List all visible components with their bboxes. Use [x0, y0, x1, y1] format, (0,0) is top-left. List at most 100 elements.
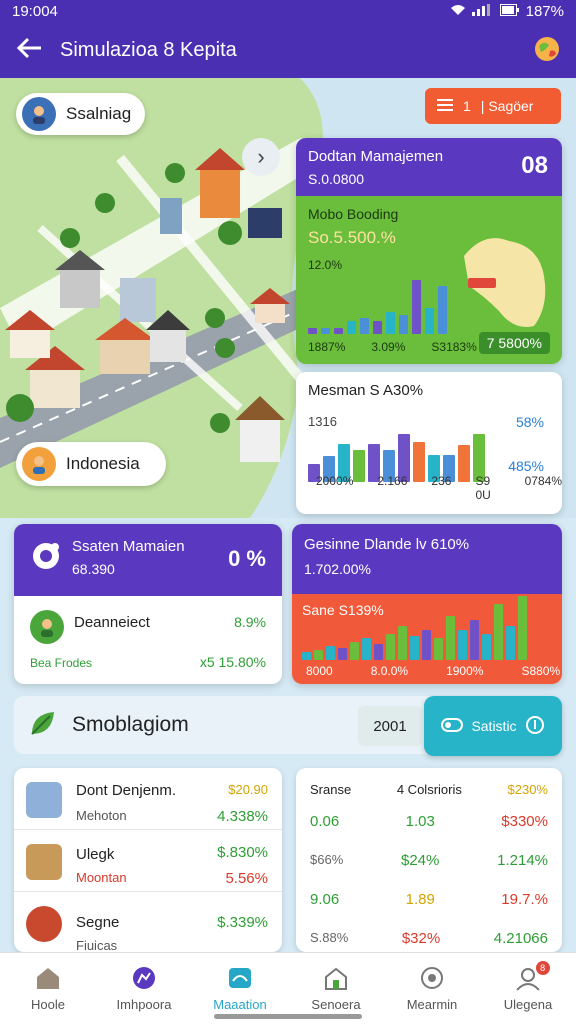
item-value-2: 4.338% [217, 808, 268, 825]
card-red-panel: Sane S139% 8000 8.0.0% 1900% S880% [292, 594, 562, 684]
nav-item-hoole[interactable]: Hoole [0, 953, 96, 1024]
right-mid-pct: 485% [508, 458, 544, 474]
filter-button[interactable]: 1 | Sagöer [425, 88, 561, 124]
table-row[interactable]: $66% $24% 1.214% [310, 852, 548, 869]
table-cell: 1.03 [405, 813, 435, 830]
location-chip-top[interactable]: Ssalniag [16, 93, 146, 135]
list-item[interactable]: Ulegk Moontan $.830% 5.56% [14, 830, 282, 892]
row-foot-right: x5 15.80% [199, 654, 266, 670]
card-header: Gesinne Dlande lv 610% 1.702.00% [292, 524, 562, 594]
card-header: Dodtan Mamajemen S.0.0800 08 [296, 138, 562, 196]
red-label-2: 8.0.0% [370, 664, 409, 678]
table-row[interactable]: 0.06 1.03 $330% [310, 813, 548, 830]
stats-card-left[interactable]: Ssaten Mamaien 68.390 0 % Deanneiect 8.9… [14, 524, 282, 684]
stats-card-right-2[interactable]: Gesinne Dlande lv 610% 1.702.00% Sane S1… [292, 524, 562, 684]
stats-card-top-right[interactable]: Dodtan Mamajemen S.0.0800 08 Mobo Boodin… [296, 138, 562, 364]
toggle-icon [441, 717, 464, 735]
year-selector[interactable]: 2001 [358, 706, 422, 746]
map-icon [229, 968, 251, 988]
list-item[interactable]: Dont Denjenm. Mehoton $20.90 4.338% [14, 768, 282, 830]
item-sub: Mehoton [76, 808, 127, 823]
card-green-panel: Mobo Booding So.5.500.% 12.0% 1887% 3.09… [296, 196, 562, 364]
item-value-1: $.830% [217, 844, 268, 861]
card-subtitle: 1.702.00% [304, 561, 371, 577]
mid-label-3: 236 [431, 474, 452, 488]
nav-item-mearmin[interactable]: Mearmin [384, 953, 480, 1024]
chart-icon [133, 967, 155, 989]
battery-icon [499, 3, 520, 20]
item-value-1: $.339% [217, 914, 268, 931]
green-bar-chart [308, 274, 447, 334]
nav-label: Hoole [31, 997, 65, 1012]
col-header-2: 4 Colsrioris [396, 782, 462, 797]
bar [347, 321, 356, 334]
green-pill: 7 5800% [478, 332, 550, 354]
menu-icon [437, 98, 453, 114]
item-name: Segne [76, 914, 120, 931]
location-chip-bottom[interactable]: Indonesia [16, 442, 166, 486]
stats-table: Sranse 4 Colsrioris $230% 0.06 1.03 $330% $… [296, 768, 562, 952]
nav-label: Imhpoora [116, 997, 172, 1012]
tomato-thumb-icon [26, 906, 62, 942]
user-avatar-icon [22, 97, 56, 131]
card-body: Deanneiect 8.9% Bea Frodes x5 15.80% [14, 596, 282, 684]
nav-item-imhpoora[interactable]: Imhpoora [96, 953, 192, 1024]
card-title: Gesinne Dlande lv 610% [304, 536, 470, 553]
card-badge: 08 [521, 152, 548, 179]
notification-badge: 8 [535, 961, 550, 975]
item-sub: Fiuicas [76, 938, 118, 952]
item-name: Dont Denjenm. [76, 782, 177, 799]
wifi-icon [450, 3, 466, 20]
bar [350, 642, 359, 660]
bar [314, 650, 323, 660]
item-value-1: $20.90 [228, 782, 268, 797]
green-title: Mobo Booding [308, 206, 399, 222]
bar [518, 596, 527, 660]
nav-item-ulegena[interactable]: 8 Ulegena [480, 953, 576, 1024]
bar [482, 634, 491, 660]
home-icon [37, 968, 59, 989]
settings-icon [421, 967, 443, 989]
bar [434, 638, 443, 660]
bar [470, 620, 479, 660]
card-title: Dodtan Mamajemen [308, 148, 444, 165]
bar [308, 327, 317, 334]
mid-bar-chart [308, 422, 485, 482]
nav-label: Mearmin [406, 997, 458, 1012]
house-thumb-icon [26, 844, 62, 880]
card-badge: 0 % [228, 546, 266, 571]
item-value-2: 5.56% [225, 870, 268, 887]
signal-icon [471, 3, 494, 20]
bar [494, 604, 503, 660]
bar [360, 318, 369, 334]
status-time: 19:004 [12, 2, 58, 20]
statistic-button[interactable]: Satistic [424, 696, 562, 756]
table-row[interactable]: S.88% $32% 4.21066 [310, 930, 548, 947]
item-sub: Moontan [76, 870, 127, 885]
bar [410, 636, 419, 660]
stats-card-mid-right[interactable]: Mesman S A30% 1316 58% 485% 2000% 2.166 … [296, 372, 562, 514]
building-icon [325, 967, 347, 990]
bar [362, 638, 371, 660]
table-cell: 1.89 [405, 891, 435, 908]
location-chip-label: Ssalniag [66, 104, 132, 123]
back-button[interactable] [0, 34, 60, 66]
table-cell: S.88% [310, 930, 349, 945]
table-row[interactable]: 9.06 1.89 19.7.% [310, 891, 548, 908]
bar [399, 314, 408, 334]
country-label: Indonesia [66, 454, 140, 473]
card-header: Ssaten Mamaien 68.390 0 % [14, 524, 282, 596]
bar [422, 630, 431, 660]
bar [321, 327, 330, 334]
globe-icon[interactable] [532, 34, 562, 64]
bar [338, 648, 347, 660]
mid-label-2: 2.166 [377, 474, 408, 488]
bar [425, 308, 434, 334]
list-item[interactable]: Segne Fiuicas $.339% [14, 892, 282, 952]
filter-label: | Sagöer [480, 98, 534, 114]
right-top-pct: 58% [515, 414, 544, 430]
bar [374, 644, 383, 660]
map-next-button[interactable]: › [242, 138, 280, 176]
bar [458, 630, 467, 660]
item-name: Ulegk [76, 846, 115, 863]
